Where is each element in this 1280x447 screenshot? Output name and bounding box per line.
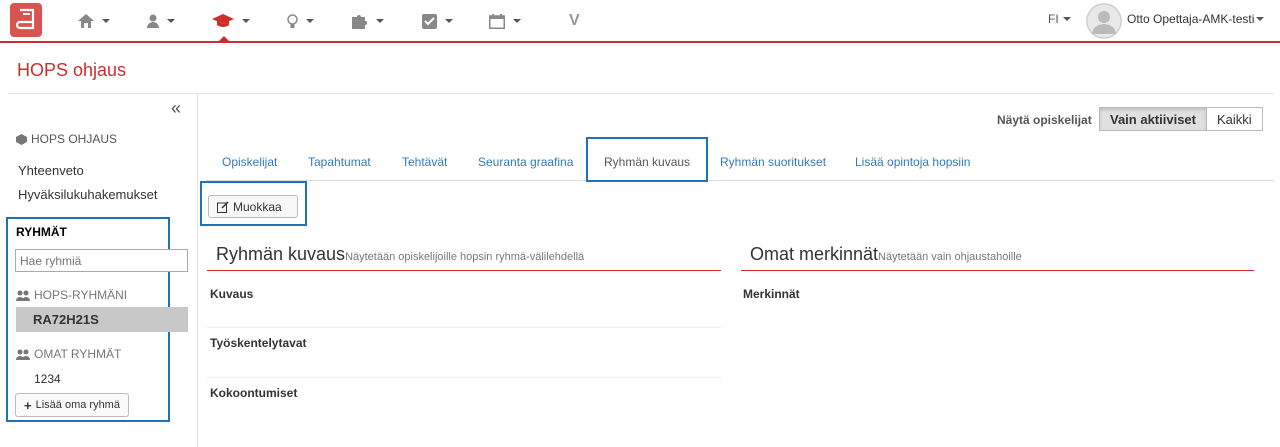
language-label: FI [1048, 12, 1059, 26]
sidebar-item-summary[interactable]: Yhteenveto [18, 163, 84, 178]
tab-tracking-graph[interactable]: Seuranta graafina [478, 155, 573, 169]
tab-add-studies[interactable]: Lisää opintoja hopsiin [855, 155, 970, 169]
add-own-group-button[interactable]: + Lisää oma ryhmä [15, 393, 129, 417]
cube-icon [16, 133, 27, 145]
user-menu[interactable]: Otto Opettaja-AMK-testi [1127, 12, 1265, 26]
group-description-heading: Ryhmän kuvaus Näytetään opiskelijoille h… [216, 244, 584, 265]
nav-calendar[interactable] [489, 8, 521, 34]
group-search-input[interactable] [15, 249, 188, 272]
chevron-down-icon [445, 19, 453, 23]
section-divider [741, 270, 1254, 271]
home-icon [78, 14, 94, 28]
field-divider [207, 327, 721, 328]
book-icon [15, 8, 35, 30]
tab-group-description[interactable]: Ryhmän kuvaus [604, 155, 690, 169]
section-divider [207, 270, 721, 271]
chevron-down-icon [513, 19, 521, 23]
nav-home[interactable] [78, 8, 110, 34]
edit-button[interactable]: Muokkaa [208, 195, 298, 218]
calendar-icon [489, 13, 505, 29]
sidebar-item-recognition-applications[interactable]: Hyväksilukuhakemukset [18, 187, 157, 202]
field-divider [207, 377, 721, 378]
show-students-label: Näytä opiskelijat [997, 113, 1092, 127]
sidebar: « HOPS OHJAUS Yhteenveto Hyväksilukuhake… [0, 94, 198, 447]
puzzle-icon [352, 14, 367, 29]
page-title: HOPS ohjaus [17, 60, 127, 80]
avatar-placeholder-icon [1086, 3, 1122, 39]
nav-studies[interactable] [212, 8, 250, 34]
checkbox-icon [422, 13, 437, 29]
groups-title: RYHMÄT [16, 225, 67, 239]
chevron-down-icon [1062, 17, 1071, 21]
student-filter-toggle: Vain aktiiviset Kaikki [1099, 107, 1263, 131]
group-item-selected[interactable]: RA72H21S [16, 307, 188, 332]
tab-group-achievements[interactable]: Ryhmän suoritukset [720, 155, 826, 169]
plus-icon: + [24, 397, 32, 413]
top-navbar: V FI Otto Opettaja-AMK-testi [0, 0, 1280, 43]
nav-ideas[interactable] [287, 8, 314, 34]
tab-bar: Opiskelijat Tapahtumat Tehtävät Seuranta… [206, 145, 1274, 181]
filter-active-only-button[interactable]: Vain aktiiviset [1099, 107, 1207, 131]
language-selector[interactable]: FI [1048, 12, 1071, 26]
chevron-down-icon [306, 19, 314, 23]
edit-button-label: Muokkaa [233, 199, 282, 214]
app-logo[interactable] [10, 3, 42, 37]
filter-all-button[interactable]: Kaikki [1207, 107, 1263, 131]
own-groups-label: OMAT RYHMÄT [34, 347, 122, 361]
chevron-down-icon [167, 19, 175, 23]
edit-icon [217, 200, 229, 213]
sidebar-heading-label: HOPS OHJAUS [31, 132, 118, 146]
active-nav-indicator [217, 36, 231, 43]
chevron-down-icon [376, 19, 384, 23]
chevron-down-icon [1256, 17, 1265, 21]
own-groups-heading: OMAT RYHMÄT [16, 347, 121, 361]
group-description-title: Ryhmän kuvaus [216, 244, 346, 264]
group-description-subtitle: Näytetään opiskelijoille hopsin ryhmä-vä… [345, 251, 585, 263]
avatar[interactable] [1086, 3, 1122, 39]
lightbulb-icon [287, 13, 298, 28]
group-item-own[interactable]: 1234 [34, 372, 61, 386]
tab-students[interactable]: Opiskelijat [222, 155, 277, 169]
own-notes-title: Omat merkinnät [750, 244, 879, 264]
field-description-label: Kuvaus [210, 287, 254, 301]
graduation-cap-icon [212, 14, 234, 27]
hops-groups-label: HOPS-RYHMÄNI [34, 288, 128, 302]
user-icon [147, 14, 159, 28]
users-icon [16, 290, 30, 301]
add-own-group-label: Lisää oma ryhmä [35, 399, 120, 411]
field-meetings-label: Kokoontumiset [210, 386, 298, 400]
nav-user[interactable] [147, 8, 175, 34]
nav-modules[interactable] [352, 8, 384, 34]
field-working-methods-label: Työskentelytavat [210, 336, 307, 350]
chevron-down-icon [242, 19, 250, 23]
tab-events[interactable]: Tapahtumat [308, 155, 371, 169]
own-notes-heading: Omat merkinnät Näytetään vain ohjaustaho… [750, 244, 1022, 265]
user-name: Otto Opettaja-AMK-testi [1127, 12, 1255, 26]
users-icon [16, 349, 30, 360]
chevron-down-icon [102, 19, 110, 23]
field-notes-label: Merkinnät [743, 287, 800, 301]
collapse-sidebar-icon[interactable]: « [171, 98, 181, 119]
sidebar-heading: HOPS OHJAUS [16, 132, 117, 146]
tab-assignments[interactable]: Tehtävät [402, 155, 447, 169]
own-notes-subtitle: Näytetään vain ohjaustahoille [878, 251, 1022, 263]
hops-groups-heading: HOPS-RYHMÄNI [16, 288, 127, 302]
nav-tasks[interactable] [422, 8, 453, 34]
nav-v[interactable]: V [569, 8, 580, 34]
